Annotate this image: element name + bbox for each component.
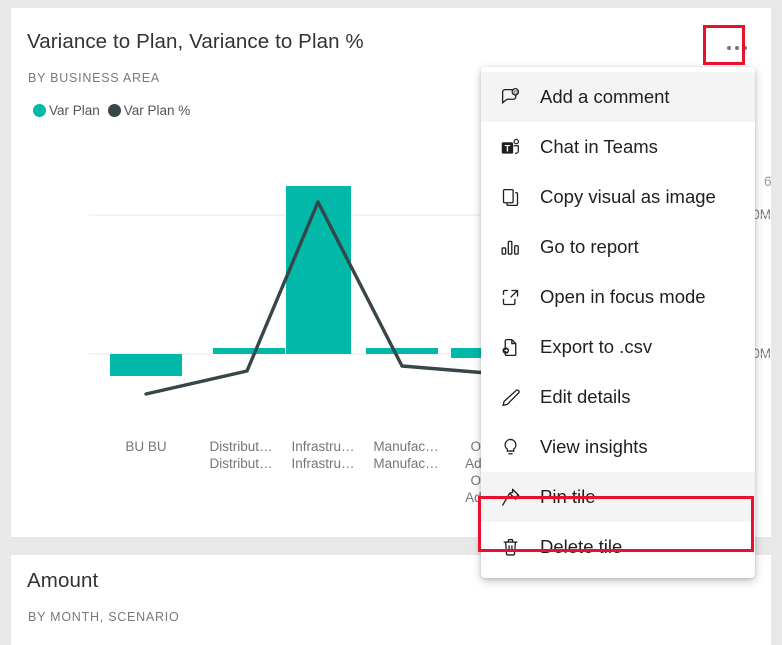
- menu-item-label: Delete tile: [540, 536, 623, 557]
- copy-icon: [499, 186, 521, 208]
- focus-mode-icon: [499, 286, 521, 308]
- menu-item-pin-tile[interactable]: Pin tile: [481, 472, 755, 522]
- x-axis-label: Infrastru… Infrastru…: [291, 439, 355, 471]
- tile-subtitle: BY BUSINESS AREA: [28, 71, 160, 85]
- bar-var-plan[interactable]: [213, 348, 285, 354]
- more-options-button[interactable]: [717, 30, 757, 66]
- legend-swatch-var-plan-pct: [107, 104, 121, 117]
- pencil-icon: [499, 386, 521, 408]
- tile-context-menu[interactable]: @ Add a comment T Chat in Teams Copy vis…: [481, 67, 755, 578]
- legend-item-var-plan[interactable]: Var Plan: [33, 103, 100, 118]
- menu-item-view-insights[interactable]: View insights: [481, 422, 755, 472]
- menu-item-edit-details[interactable]: Edit details: [481, 372, 755, 422]
- page-title: Variance to Plan, Variance to Plan %: [27, 30, 364, 53]
- legend-label-var-plan: Var Plan: [49, 103, 100, 118]
- bar-var-plan[interactable]: [110, 354, 182, 376]
- menu-item-open-in-focus-mode[interactable]: Open in focus mode: [481, 272, 755, 322]
- ellipsis-dot: [743, 46, 747, 50]
- ellipsis-dot: [735, 46, 739, 50]
- menu-item-label: Add a comment: [540, 86, 670, 107]
- menu-item-go-to-report[interactable]: Go to report: [481, 222, 755, 272]
- svg-text:@: @: [512, 90, 517, 96]
- ellipsis-dot: [727, 46, 731, 50]
- menu-item-copy-visual-as-image[interactable]: Copy visual as image: [481, 172, 755, 222]
- export-csv-icon: [499, 336, 521, 358]
- menu-item-export-to-csv[interactable]: Export to .csv: [481, 322, 755, 372]
- teams-icon: T: [499, 136, 521, 158]
- bar-var-plan[interactable]: [366, 348, 438, 354]
- menu-item-label: Go to report: [540, 236, 639, 257]
- bar-var-plan[interactable]: [286, 186, 351, 354]
- lightbulb-icon: [499, 436, 521, 458]
- legend-item-var-plan-pct[interactable]: Var Plan %: [107, 103, 191, 118]
- bar-chart-icon: [499, 236, 521, 258]
- legend-label-var-plan-pct: Var Plan %: [123, 103, 191, 118]
- pin-icon: [499, 486, 521, 508]
- x-axis-label: BU BU: [125, 439, 167, 454]
- menu-item-label: Edit details: [540, 386, 631, 407]
- x-axis-label: Distribut… Distribut…: [209, 439, 273, 471]
- svg-text:T: T: [504, 143, 510, 153]
- menu-item-delete-tile[interactable]: Delete tile: [481, 522, 755, 572]
- menu-item-label: Copy visual as image: [540, 186, 716, 207]
- menu-item-label: Open in focus mode: [540, 286, 706, 307]
- menu-item-label: Pin tile: [540, 486, 596, 507]
- trash-icon: [499, 536, 521, 558]
- menu-item-chat-in-teams[interactable]: T Chat in Teams: [481, 122, 755, 172]
- x-axis-label: Manufac… Manufac…: [373, 439, 439, 471]
- chart-legend: Var Plan Var Plan %: [33, 103, 190, 118]
- comment-icon: @: [499, 86, 521, 108]
- legend-swatch-var-plan: [33, 104, 46, 117]
- tile-subtitle: BY MONTH, SCENARIO: [28, 610, 180, 624]
- menu-item-label: View insights: [540, 436, 648, 457]
- menu-item-label: Export to .csv: [540, 336, 653, 357]
- menu-item-label: Chat in Teams: [540, 136, 658, 157]
- menu-item-add-a-comment[interactable]: @ Add a comment: [481, 72, 755, 122]
- page-title: Amount: [27, 569, 99, 592]
